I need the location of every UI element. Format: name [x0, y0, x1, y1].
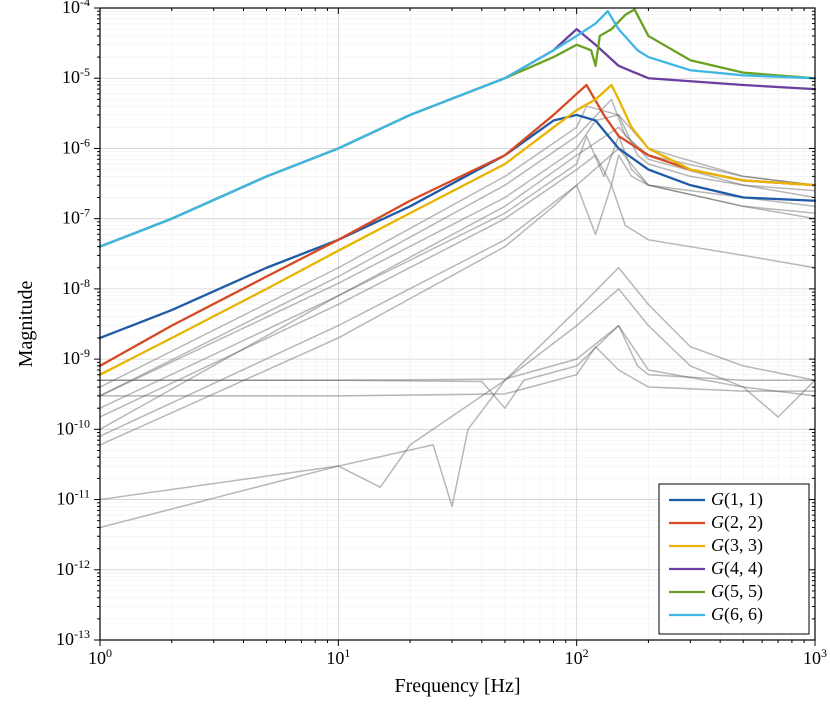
legend-entry-2: G(2, 2): [711, 512, 763, 533]
svg-text:10-6: 10-6: [62, 135, 90, 157]
legend-entry-1: G(1, 1): [711, 489, 763, 510]
svg-text:100: 100: [88, 646, 112, 668]
legend-entry-5: G(5, 5): [711, 581, 763, 602]
svg-text:101: 101: [326, 646, 350, 668]
svg-text:10-12: 10-12: [56, 557, 90, 579]
legend-entry-3: G(3, 3): [711, 535, 763, 556]
legend-entry-6: G(6, 6): [711, 604, 763, 625]
svg-text:10-5: 10-5: [62, 65, 90, 87]
svg-text:10-11: 10-11: [56, 487, 90, 509]
svg-text:10-9: 10-9: [62, 346, 90, 368]
svg-text:10-13: 10-13: [56, 627, 90, 649]
y-axis-label: Magnitude: [15, 281, 37, 368]
svg-text:102: 102: [565, 646, 589, 668]
bode-magnitude-plot: 100 101 102 103 10-13 10-12 10-11 10-10 10-9 10-8…: [0, 0, 830, 713]
svg-text:10-4: 10-4: [62, 0, 90, 17]
svg-text:10-10: 10-10: [56, 416, 90, 438]
svg-text:103: 103: [803, 646, 827, 668]
x-axis-label: Frequency [Hz]: [394, 675, 520, 697]
legend-entry-4: G(4, 4): [711, 558, 763, 579]
svg-text:10-7: 10-7: [62, 206, 90, 228]
svg-text:10-8: 10-8: [62, 276, 90, 298]
legend: G(1, 1)G(2, 2)G(3, 3)G(4, 4)G(5, 5)G(6, …: [659, 484, 809, 634]
